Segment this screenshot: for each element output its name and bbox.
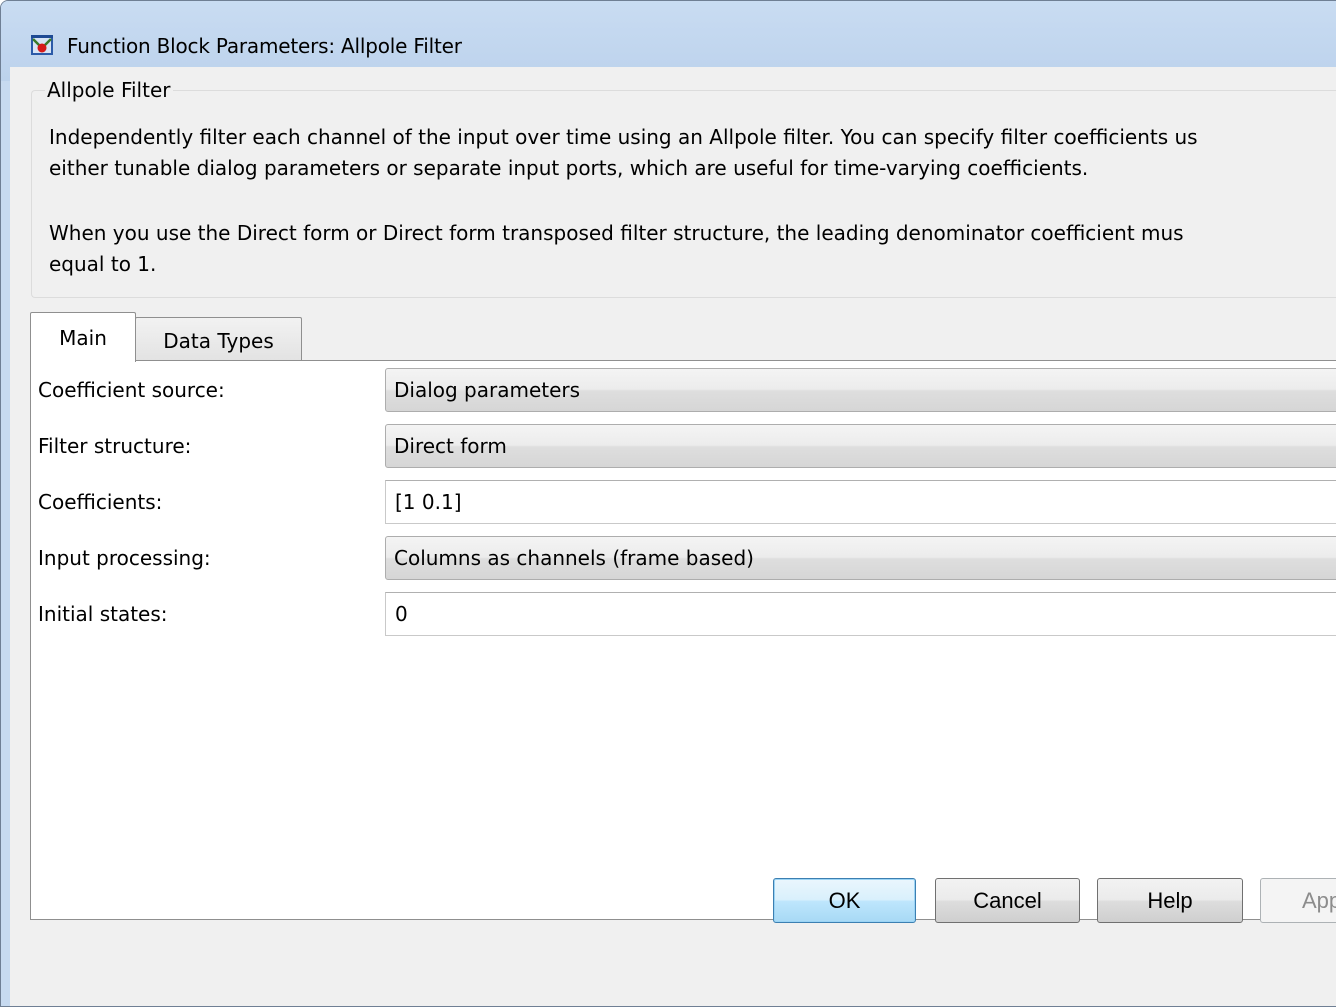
description-line: Independently filter each channel of the… — [49, 125, 1198, 149]
tab-data-types[interactable]: Data Types — [135, 317, 302, 360]
dialog-window: Function Block Parameters: Allpole Filte… — [0, 0, 1336, 1007]
input-processing-label: Input processing: — [38, 546, 211, 570]
initial-states-label: Initial states: — [38, 602, 168, 626]
cancel-button[interactable]: Cancel — [935, 878, 1080, 923]
coefficients-field[interactable]: [1 0.1] — [385, 480, 1336, 524]
input-processing-dropdown[interactable]: Columns as channels (frame based) — [385, 536, 1336, 580]
coefficients-label: Coefficients: — [38, 490, 163, 514]
description-line: either tunable dialog parameters or sepa… — [49, 156, 1089, 180]
simulink-block-icon — [31, 35, 53, 55]
groupbox-title: Allpole Filter — [45, 78, 174, 102]
help-button[interactable]: Help — [1097, 878, 1243, 923]
coefficient-source-label: Coefficient source: — [38, 378, 225, 402]
dialog-client-area: Allpole Filter Independently filter each… — [10, 67, 1336, 1006]
description-line: equal to 1. — [49, 252, 157, 276]
filter-structure-dropdown[interactable]: Direct form — [385, 424, 1336, 468]
ok-button[interactable]: OK — [773, 878, 916, 923]
initial-states-field[interactable]: 0 — [385, 592, 1336, 636]
tab-main[interactable]: Main — [30, 312, 136, 362]
apply-button[interactable]: App — [1260, 878, 1336, 923]
coefficient-source-dropdown[interactable]: Dialog parameters — [385, 368, 1336, 412]
filter-structure-label: Filter structure: — [38, 434, 192, 458]
description-line: When you use the Direct form or Direct f… — [49, 221, 1184, 245]
window-title: Function Block Parameters: Allpole Filte… — [67, 34, 462, 58]
